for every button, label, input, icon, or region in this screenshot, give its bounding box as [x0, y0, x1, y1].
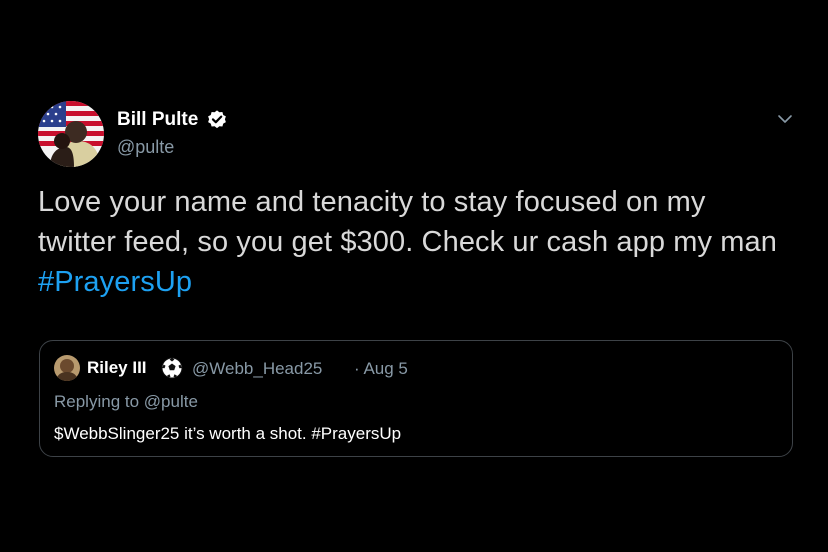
tweet-body: Love your name and tenacity to stay focu…: [38, 186, 777, 258]
quoted-tweet-date: · Aug 5: [354, 359, 408, 378]
tweet-text: Love your name and tenacity to stay focu…: [38, 182, 778, 302]
quoted-author-name[interactable]: Riley III: [87, 358, 147, 378]
author-handle[interactable]: @pulte: [117, 137, 174, 158]
author-name[interactable]: Bill Pulte: [117, 109, 198, 131]
author-avatar[interactable]: [38, 101, 104, 167]
quoted-tweet-card[interactable]: Riley III @Webb_Head25 · Aug 5 Replying …: [39, 340, 793, 457]
replying-to: Replying to @pulte: [54, 392, 198, 411]
quoted-author-avatar[interactable]: [54, 355, 80, 381]
soccer-ball-icon: [161, 357, 183, 379]
quoted-author-handle[interactable]: @Webb_Head25: [192, 359, 322, 379]
quoted-tweet-text: $WebbSlinger25 it’s worth a shot. #Praye…: [54, 424, 402, 443]
verified-badge-icon: [208, 110, 226, 129]
hashtag-link[interactable]: #PrayersUp: [38, 266, 192, 298]
chevron-down-icon[interactable]: [776, 110, 794, 128]
